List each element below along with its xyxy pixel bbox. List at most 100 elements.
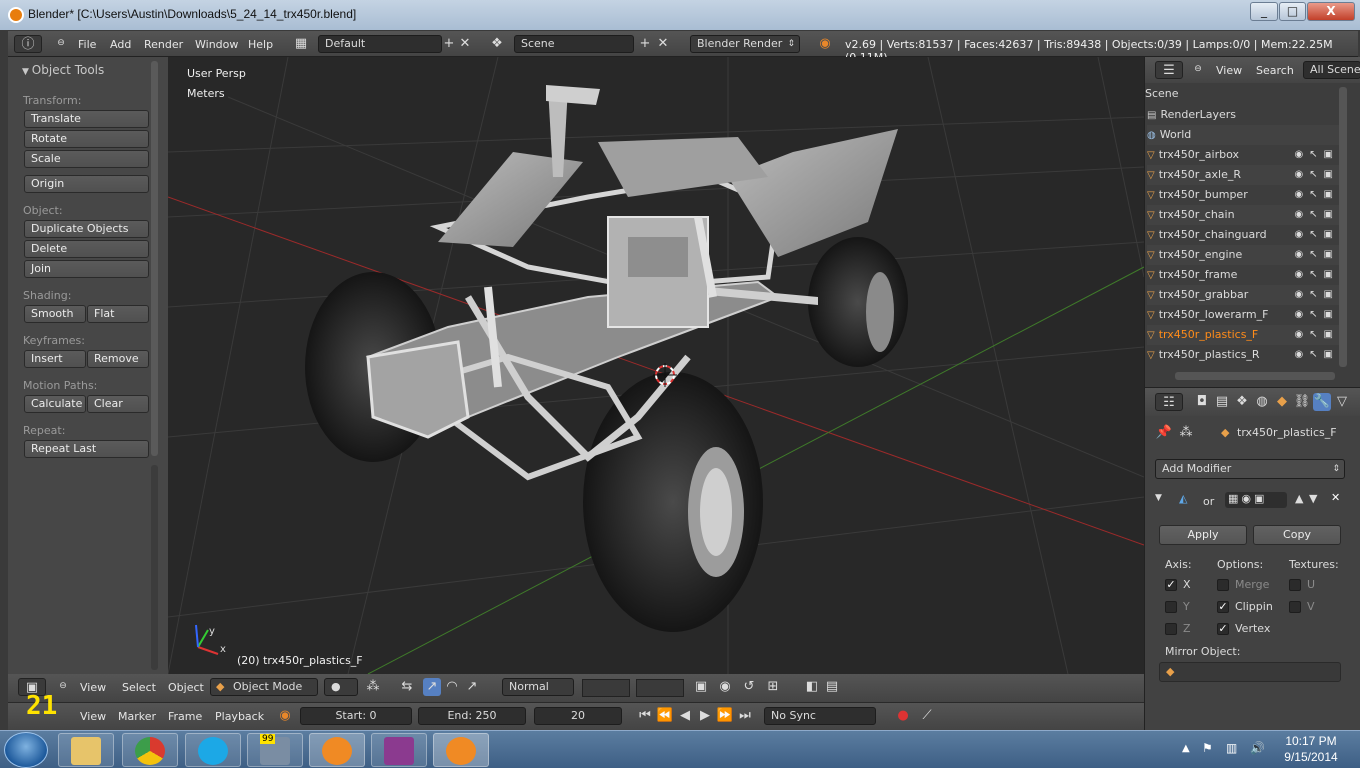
taskbar-chrome[interactable] bbox=[122, 733, 178, 767]
menu-add[interactable]: Add bbox=[110, 38, 131, 51]
menu-select[interactable]: Select bbox=[122, 681, 156, 694]
data-tab-icon[interactable]: ▽ bbox=[1333, 393, 1351, 411]
menu-playback[interactable]: Playback bbox=[215, 710, 264, 723]
restrict-toggles-icon[interactable]: ◉↖▣ bbox=[1294, 145, 1339, 165]
restrict-toggles-icon[interactable]: ◉↖▣ bbox=[1294, 225, 1339, 245]
outliner-item[interactable]: ▤ RenderLayers bbox=[1147, 105, 1339, 125]
collapse-menu-icon[interactable]: ⊖ bbox=[52, 35, 70, 53]
orientation-select[interactable]: Normal bbox=[502, 678, 574, 696]
remove-modifier-icon[interactable]: ✕ bbox=[1331, 491, 1340, 504]
outliner-menu-search[interactable]: Search bbox=[1256, 64, 1294, 77]
clock-time[interactable]: 10:17 PM bbox=[1276, 734, 1346, 748]
proportional-edit-icon[interactable]: ◉ bbox=[716, 678, 734, 696]
outliner-hscrollbar[interactable] bbox=[1175, 372, 1335, 380]
rotate-manipulator-icon[interactable]: ◠ bbox=[443, 678, 461, 696]
outliner-item[interactable]: ▽ trx450r_plastics_F ◉↖▣ bbox=[1147, 325, 1339, 345]
restrict-toggles-icon[interactable]: ◉↖▣ bbox=[1294, 305, 1339, 325]
keyframe-type-icon[interactable]: ⟋ bbox=[918, 707, 936, 725]
outliner-scrollbar[interactable] bbox=[1339, 87, 1347, 367]
layers-grid-b[interactable] bbox=[636, 679, 684, 697]
pin-icon[interactable]: 📌 bbox=[1155, 424, 1173, 442]
delete-button[interactable]: Delete bbox=[24, 240, 149, 258]
render-engine-select[interactable]: Blender Render ⇕ bbox=[690, 35, 800, 53]
move-up-icon[interactable]: ▲ bbox=[1295, 492, 1303, 505]
join-button[interactable]: Join bbox=[24, 260, 149, 278]
volume-icon[interactable]: 🔊 bbox=[1250, 741, 1265, 755]
outliner-editor-type-icon[interactable]: ☰ bbox=[1155, 61, 1183, 79]
menu-view[interactable]: View bbox=[80, 681, 106, 694]
layers-grid-a[interactable] bbox=[582, 679, 630, 697]
menu-frame[interactable]: Frame bbox=[168, 710, 202, 723]
outliner-item[interactable]: ▽ trx450r_airbox ◉↖▣ bbox=[1147, 145, 1339, 165]
flat-button[interactable]: Flat bbox=[87, 305, 149, 323]
clear-button[interactable]: Clear bbox=[87, 395, 149, 413]
constraints-tab-icon[interactable]: ⛓ bbox=[1293, 393, 1311, 411]
layer-lock-icon[interactable]: ▣ bbox=[692, 678, 710, 696]
sync-mode-select[interactable]: No Sync bbox=[764, 707, 876, 725]
object-tab-icon[interactable]: ◆ bbox=[1273, 393, 1291, 411]
taskbar-network-app[interactable] bbox=[309, 733, 365, 767]
menu-object[interactable]: Object bbox=[168, 681, 204, 694]
panel-header[interactable]: ▼ Object Tools bbox=[22, 63, 104, 77]
insert-keyframe-button[interactable]: Insert bbox=[24, 350, 86, 368]
manipulator-toggle-icon[interactable]: ⇆ bbox=[398, 678, 416, 696]
screen-layout-field[interactable]: Default bbox=[318, 35, 442, 53]
menu-window[interactable]: Window bbox=[195, 38, 238, 51]
scale-manipulator-icon[interactable]: ↗ bbox=[463, 678, 481, 696]
play-icon[interactable]: ▶ bbox=[696, 707, 714, 725]
prev-keyframe-icon[interactable]: ⏪ bbox=[656, 707, 674, 725]
taskbar-skype[interactable] bbox=[185, 733, 241, 767]
play-reverse-icon[interactable]: ◀ bbox=[676, 707, 694, 725]
mode-select[interactable]: ◆ Object Mode bbox=[210, 678, 318, 696]
translate-button[interactable]: Translate bbox=[24, 110, 149, 128]
translate-manipulator-icon[interactable]: ↗ bbox=[423, 678, 441, 696]
origin-button[interactable]: Origin bbox=[24, 175, 149, 193]
render-tab-icon[interactable]: ◘ bbox=[1193, 393, 1211, 411]
display-filter-select[interactable]: All Scenes bbox=[1303, 61, 1360, 79]
copy-button[interactable]: Copy bbox=[1253, 525, 1341, 545]
render-layers-tab-icon[interactable]: ▤ bbox=[1213, 393, 1231, 411]
calculate-button[interactable]: Calculate bbox=[24, 395, 86, 413]
outliner-item[interactable]: ▽ trx450r_lowerarm_F ◉↖▣ bbox=[1147, 305, 1339, 325]
menu-file[interactable]: File bbox=[78, 38, 96, 51]
restrict-toggles-icon[interactable]: ◉↖▣ bbox=[1294, 325, 1339, 345]
restrict-toggles-icon[interactable]: ◉↖▣ bbox=[1294, 245, 1339, 265]
network-icon[interactable]: ▥ bbox=[1226, 741, 1237, 755]
outliner-item[interactable]: ▽ trx450r_chainguard ◉↖▣ bbox=[1147, 225, 1339, 245]
taskbar-explorer[interactable] bbox=[58, 733, 114, 767]
rotate-button[interactable]: Rotate bbox=[24, 130, 149, 148]
current-frame-field[interactable]: 20 bbox=[534, 707, 622, 725]
show-hidden-icons[interactable]: ▲ bbox=[1182, 743, 1190, 754]
mirror-object-field[interactable]: ◆ bbox=[1159, 662, 1341, 682]
record-icon[interactable]: ● bbox=[894, 707, 912, 725]
modifier-visibility-toggles[interactable]: ▦◉▣ bbox=[1225, 492, 1287, 508]
restrict-toggles-icon[interactable]: ◉↖▣ bbox=[1294, 165, 1339, 185]
restrict-toggles-icon[interactable]: ◉↖▣ bbox=[1294, 205, 1339, 225]
repeat-last-button[interactable]: Repeat Last bbox=[24, 440, 149, 458]
axis-checkbox[interactable]: ✓ bbox=[1165, 579, 1177, 591]
restrict-toggles-icon[interactable]: ◉↖▣ bbox=[1294, 285, 1339, 305]
end-frame-field[interactable]: End: 250 bbox=[418, 707, 526, 725]
add-scene-icon[interactable]: + bbox=[636, 35, 654, 53]
remove-keyframe-button[interactable]: Remove bbox=[87, 350, 149, 368]
modifier-name-field[interactable]: or bbox=[1203, 495, 1214, 508]
menu-help[interactable]: Help bbox=[248, 38, 273, 51]
jump-end-icon[interactable]: ⏭ bbox=[736, 707, 754, 725]
scene-field[interactable]: Scene bbox=[514, 35, 634, 53]
keying-set-icon[interactable]: ◉ bbox=[276, 707, 294, 725]
axis-checkbox[interactable] bbox=[1165, 623, 1177, 635]
viewport-shading-select[interactable]: ● bbox=[324, 678, 358, 696]
properties-editor-type-icon[interactable]: ☷ bbox=[1155, 393, 1183, 411]
outliner-item[interactable]: ▽ trx450r_engine ◉↖▣ bbox=[1147, 245, 1339, 265]
remove-layout-icon[interactable]: ✕ bbox=[456, 35, 474, 53]
maximize-button[interactable]: □ bbox=[1279, 2, 1306, 21]
remove-scene-icon[interactable]: ✕ bbox=[654, 35, 672, 53]
options-checkbox[interactable] bbox=[1217, 579, 1229, 591]
add-modifier-select[interactable]: Add Modifier ⇕ bbox=[1155, 459, 1345, 479]
options-checkbox[interactable]: ✓ bbox=[1217, 623, 1229, 635]
menu-render[interactable]: Render bbox=[144, 38, 183, 51]
modifiers-tab-icon[interactable]: 🔧 bbox=[1313, 393, 1331, 411]
restrict-toggles-icon[interactable]: ◉↖▣ bbox=[1294, 265, 1339, 285]
screen-layout-icon[interactable]: ▦ bbox=[288, 35, 314, 53]
outliner-item[interactable]: ▽ trx450r_chain ◉↖▣ bbox=[1147, 205, 1339, 225]
